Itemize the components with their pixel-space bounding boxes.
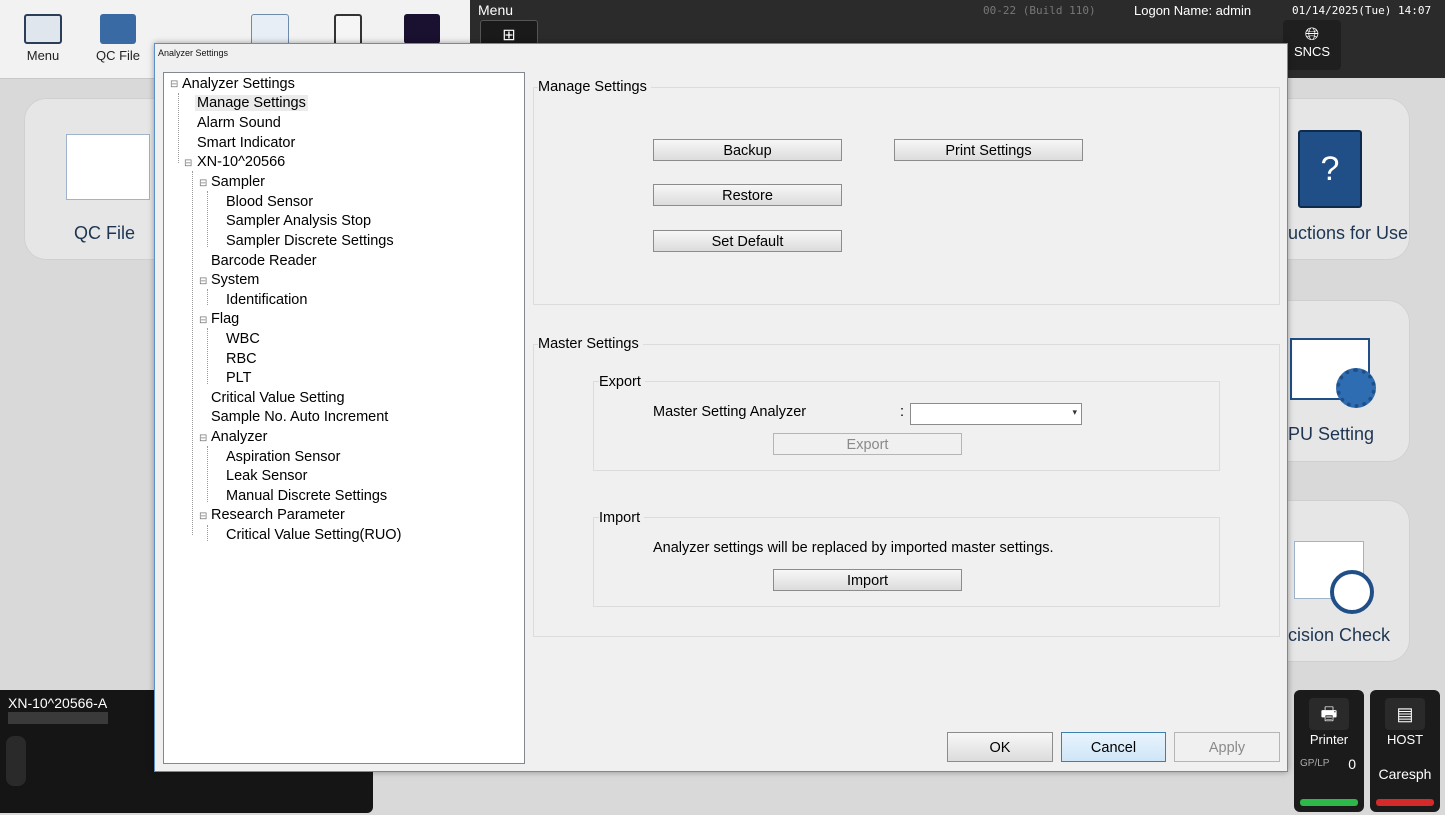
- tree-item-aspiration-sensor[interactable]: Aspiration Sensor: [226, 449, 340, 465]
- settings-tree[interactable]: ⊟ Analyzer Settings Manage Settings Alar…: [163, 72, 525, 764]
- qc-file-icon: [100, 14, 136, 44]
- export-title: Export: [599, 374, 645, 390]
- manage-settings-title: Manage Settings: [538, 79, 651, 95]
- host-status-bar: [1376, 799, 1434, 806]
- printer-icon: 🖶︎: [1309, 698, 1349, 730]
- tree-item-manual-discrete-settings[interactable]: Manual Discrete Settings: [226, 488, 387, 504]
- printer-status-bar: [1300, 799, 1358, 806]
- tree-collapse-icon[interactable]: ⊟: [199, 433, 207, 444]
- globe-icon: 🌐︎: [1304, 24, 1320, 44]
- print-settings-button[interactable]: Print Settings: [894, 139, 1083, 161]
- host-icon: ▤: [1385, 698, 1425, 730]
- tree-collapse-icon[interactable]: ⊟: [199, 276, 207, 287]
- restore-button[interactable]: Restore: [653, 184, 842, 206]
- export-group: [593, 381, 1220, 471]
- tree-item-manage-settings[interactable]: Manage Settings: [195, 95, 308, 111]
- tree-item-wbc[interactable]: WBC: [226, 331, 260, 347]
- tree-item-system[interactable]: System: [211, 272, 259, 288]
- backup-button[interactable]: Backup: [653, 139, 842, 161]
- qc-file-button[interactable]: QC File: [88, 8, 148, 63]
- qc-file-button-label: QC File: [95, 48, 141, 63]
- dialog-title: Analyzer Settings: [158, 48, 229, 58]
- tree-item-barcode-reader[interactable]: Barcode Reader: [211, 253, 317, 269]
- tree-item-sampler-discrete-settings[interactable]: Sampler Discrete Settings: [226, 233, 394, 249]
- analyzer-settings-dialog: Analyzer Settings ⊟ Analyzer Settings Ma…: [154, 43, 1288, 772]
- manage-settings-group: [533, 87, 1280, 305]
- tree-item-leak-sensor[interactable]: Leak Sensor: [226, 468, 307, 484]
- tree-collapse-icon[interactable]: ⊟: [170, 79, 178, 90]
- tree-item-rbc[interactable]: RBC: [226, 351, 257, 367]
- tree-collapse-icon[interactable]: ⊟: [199, 511, 207, 522]
- gplp-label: GP/LP: [1300, 758, 1330, 769]
- help-book-icon: ?: [1298, 130, 1362, 208]
- ok-button[interactable]: OK: [947, 732, 1053, 762]
- instructions-tile-label: uctions for Use: [1288, 223, 1409, 243]
- export-button[interactable]: Export: [773, 433, 962, 455]
- set-default-button[interactable]: Set Default: [653, 230, 842, 252]
- gear-icon: [1336, 368, 1376, 408]
- cancel-button[interactable]: Cancel: [1061, 732, 1166, 762]
- host-value: Caresph: [1378, 766, 1432, 782]
- qc-file-tile-icon: [59, 134, 150, 211]
- dropdown-arrow-icon: ▾: [1072, 407, 1077, 417]
- master-setting-analyzer-label: Master Setting Analyzer: [653, 404, 807, 420]
- sncs-button[interactable]: 🌐︎ SNCS: [1283, 20, 1341, 70]
- tree-item-research-parameter[interactable]: Research Parameter: [211, 507, 345, 523]
- tree-item-sample-no-auto-increment[interactable]: Sample No. Auto Increment: [211, 409, 388, 425]
- list-icon: [251, 14, 289, 46]
- tree-collapse-icon[interactable]: ⊟: [184, 158, 192, 169]
- master-setting-analyzer-colon: :: [900, 404, 905, 420]
- date-time: 01/14/2025(Tue) 14:07: [1292, 4, 1432, 17]
- tree-item-blood-sensor[interactable]: Blood Sensor: [226, 194, 313, 210]
- printer-label: Printer: [1309, 732, 1349, 747]
- menu-grid-icon: [24, 14, 62, 44]
- qc-file-tile-label: QC File: [74, 223, 136, 243]
- analyzer-name: XN-10^20566-A: [8, 695, 108, 711]
- printer-status-button[interactable]: 🖶︎ Printer GP/LP 0: [1294, 690, 1364, 812]
- tree-item-critical-value-setting[interactable]: Critical Value Setting: [211, 390, 345, 406]
- host-label: HOST: [1386, 732, 1424, 747]
- tree-collapse-icon[interactable]: ⊟: [199, 315, 207, 326]
- import-note: Analyzer settings will be replaced by im…: [653, 540, 1054, 556]
- sncs-label: SNCS: [1293, 44, 1331, 59]
- tree-item-critical-value-setting-ruo[interactable]: Critical Value Setting(RUO): [226, 527, 401, 543]
- dark-menu-label: Menu: [478, 2, 514, 18]
- import-title: Import: [599, 510, 645, 526]
- gplp-count: 0: [1348, 756, 1356, 772]
- analyzer-mode-indicators: [8, 712, 108, 724]
- tree-item-sampler[interactable]: Sampler: [211, 174, 265, 190]
- clock-icon: [1330, 570, 1374, 614]
- tree-collapse-icon[interactable]: ⊟: [199, 178, 207, 189]
- menu-button[interactable]: Menu: [13, 8, 73, 63]
- tree-item-sampler-analysis-stop[interactable]: Sampler Analysis Stop: [226, 213, 371, 229]
- apply-button[interactable]: Apply: [1174, 732, 1280, 762]
- scattergram-button[interactable]: [392, 8, 452, 48]
- menu-button-label: Menu: [26, 48, 60, 63]
- tree-item-alarm-sound[interactable]: Alarm Sound: [197, 115, 281, 131]
- tree-item-flag[interactable]: Flag: [211, 311, 239, 327]
- import-button[interactable]: Import: [773, 569, 962, 591]
- master-settings-title: Master Settings: [538, 336, 643, 352]
- scattergram-icon: [404, 14, 440, 44]
- tree-item-plt[interactable]: PLT: [226, 370, 252, 386]
- grid-plus-icon: ⊞: [502, 27, 516, 44]
- tree-item-analyzer[interactable]: Analyzer: [211, 429, 267, 445]
- build-version: 00-22 (Build 110): [983, 4, 1096, 17]
- tree-item-device[interactable]: XN-10^20566: [197, 154, 285, 170]
- tree-item-analyzer-settings[interactable]: Analyzer Settings: [182, 76, 295, 92]
- ipu-setting-tile-label: PU Setting: [1288, 424, 1375, 444]
- tree-item-smart-indicator[interactable]: Smart Indicator: [197, 135, 295, 151]
- analyzer-sample-slot: [6, 736, 26, 786]
- import-group: [593, 517, 1220, 607]
- host-status-button[interactable]: ▤ HOST Caresph: [1370, 690, 1440, 812]
- master-setting-analyzer-select[interactable]: ▾: [910, 403, 1082, 425]
- logon-name: Logon Name: admin: [1134, 3, 1252, 18]
- tree-item-identification[interactable]: Identification: [226, 292, 307, 308]
- precision-check-tile-label: cision Check: [1288, 625, 1391, 645]
